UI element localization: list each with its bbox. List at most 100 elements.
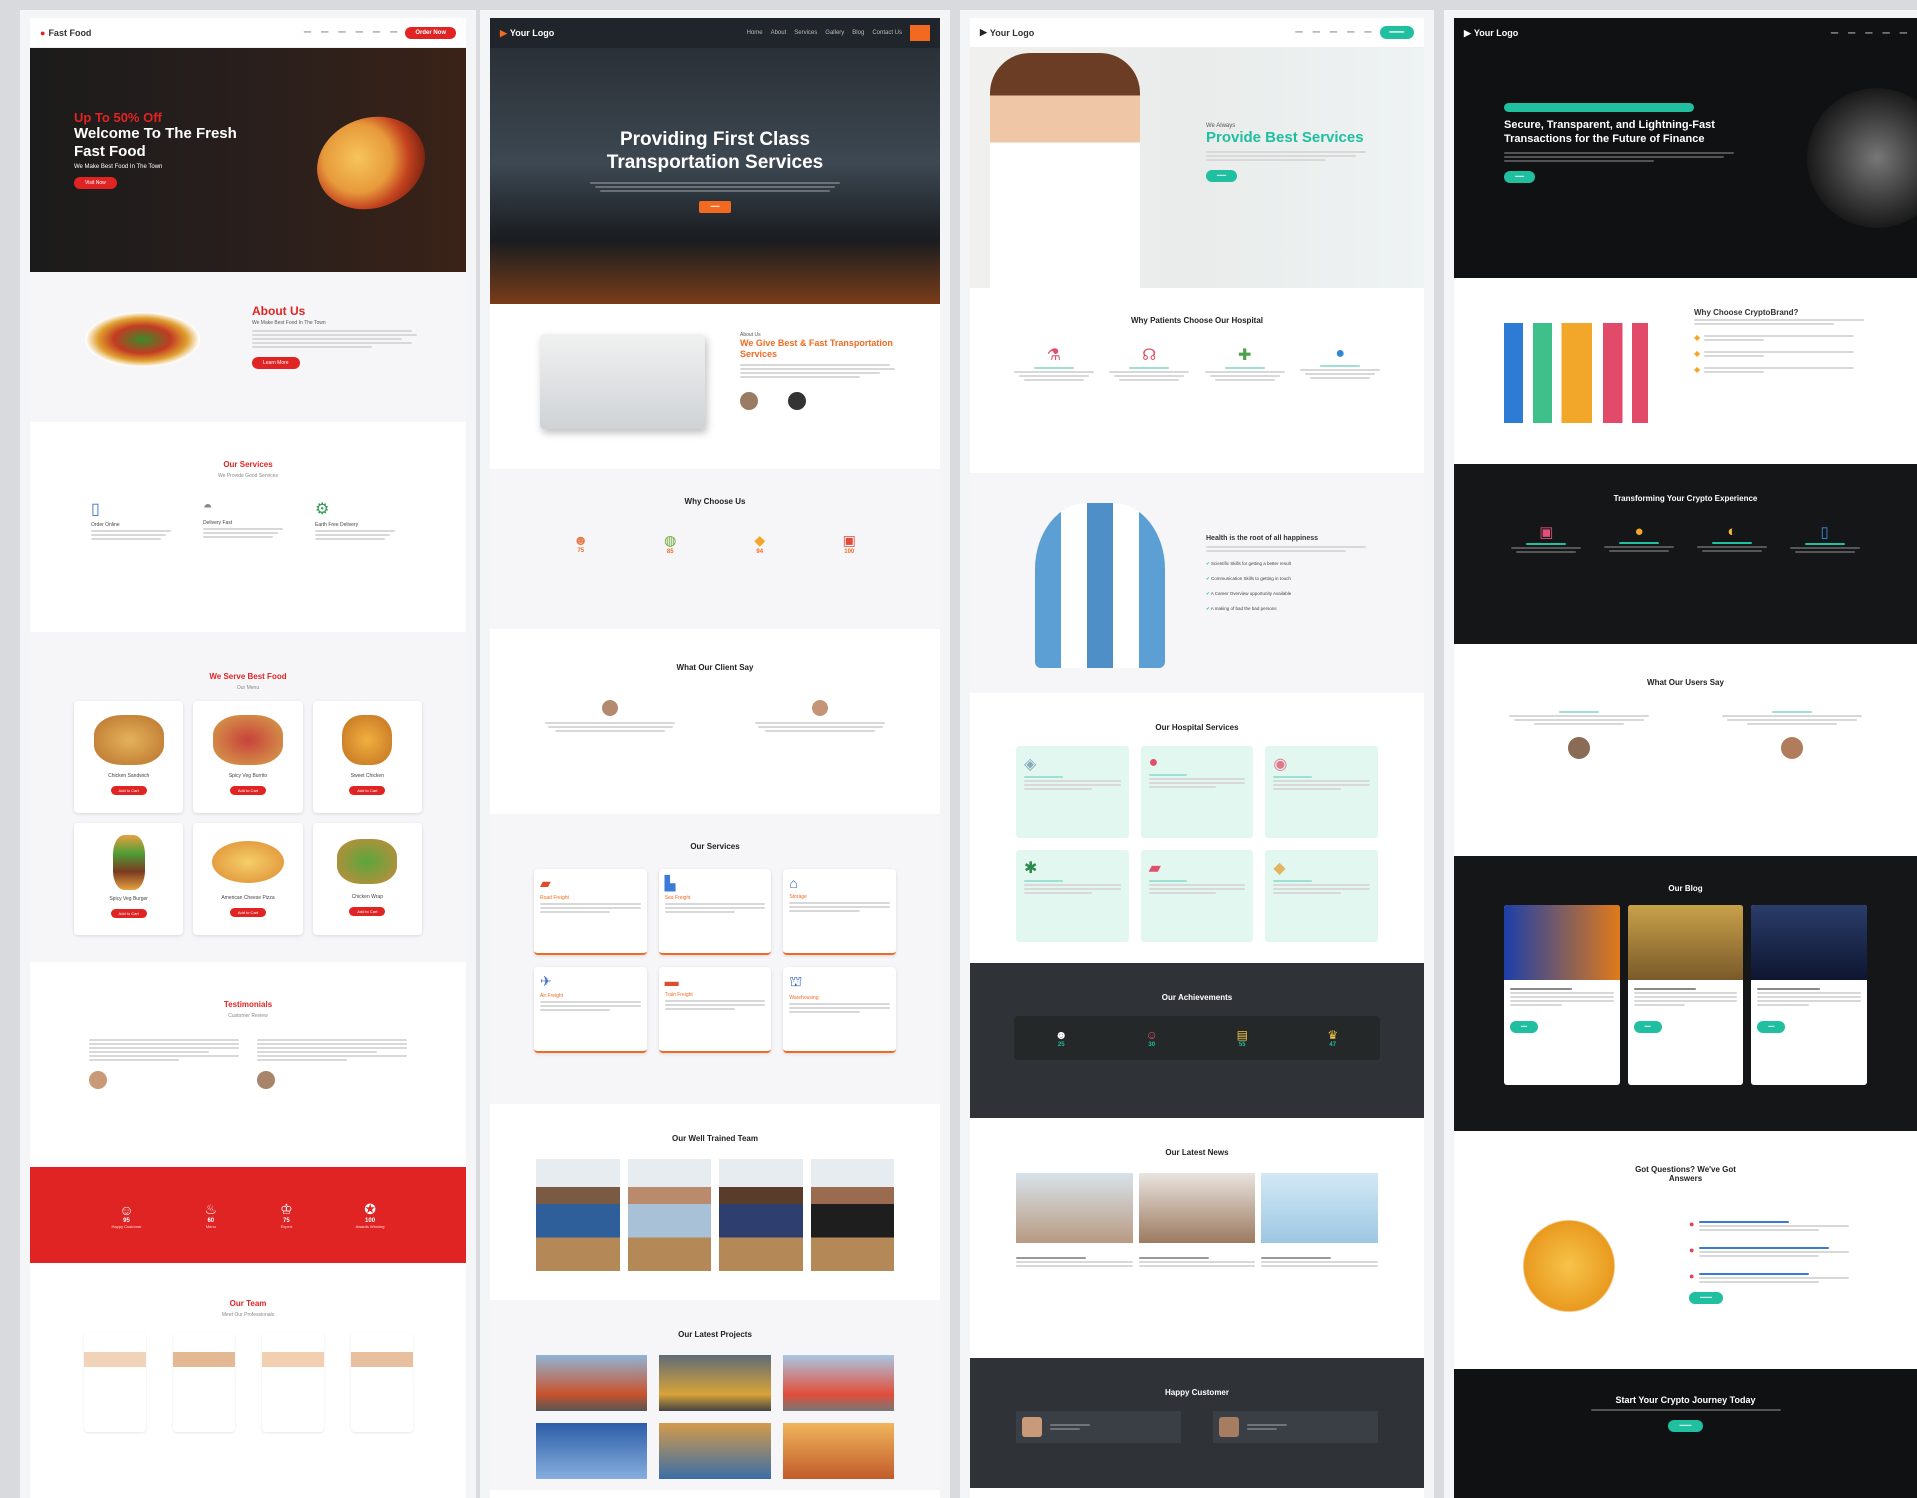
service-card[interactable]: ◈ <box>1016 746 1129 838</box>
news-card[interactable] <box>1016 1173 1133 1269</box>
logo[interactable]: ▶ Your Logo <box>1464 28 1518 39</box>
service-item: ◓ Delivery Fast <box>203 499 293 542</box>
hero: We Always Provide Best Services ━━━ <box>970 48 1424 288</box>
service-card[interactable]: ✱ <box>1016 850 1129 942</box>
logo[interactable]: ▶ Your Logo <box>500 28 554 39</box>
nurse-icon: ☺ <box>1145 1028 1158 1042</box>
menu-card[interactable]: Chicken Sandwich Add to Cart <box>74 701 184 813</box>
faq-item[interactable]: ● <box>1689 1219 1869 1233</box>
service-card[interactable]: ▰ Road Freight <box>534 869 647 955</box>
project-image[interactable] <box>782 1423 894 1479</box>
testimonials-section: Testimonials Customer Review <box>30 962 466 1167</box>
feature-item: ☊ <box>1106 345 1194 383</box>
services-section: Our Services We Provide Good Services ▯ O… <box>30 422 466 632</box>
lock-icon: ◆ <box>1694 333 1701 342</box>
warehouse-icon: ⌂ <box>789 875 798 891</box>
blog-card[interactable]: ━━ <box>1751 905 1867 1085</box>
logo-mark-icon: ▶ <box>500 27 507 38</box>
logo[interactable]: ● Fast Food <box>40 28 91 38</box>
blog-image <box>1751 905 1867 980</box>
scooter-icon: ⚙ <box>315 501 330 518</box>
team-section: Our Team Meet Our Professionals <box>30 1263 466 1498</box>
project-image[interactable] <box>536 1355 648 1411</box>
template-preview-transport[interactable]: ▶ Your Logo Home About Services Gallery Blog C… <box>480 10 950 1498</box>
crypto-chart-illustration <box>1504 323 1664 423</box>
about-title: About Us <box>252 304 306 318</box>
appointment-button[interactable]: ━━━━ <box>1379 26 1414 39</box>
menu-card[interactable]: Chicken Wrap Add to Cart <box>312 823 422 935</box>
chef-hat-icon: ♔ <box>280 1201 293 1217</box>
avatar <box>1781 737 1803 759</box>
service-card[interactable]: ▰ <box>1140 850 1254 942</box>
hero-cta[interactable]: ━━━ <box>699 201 731 213</box>
feature-item: ✚ <box>1201 345 1289 383</box>
service-card[interactable]: ⛫ Warehousing <box>783 967 896 1053</box>
template-preview-hospital[interactable]: ▶ Your Logo ━━ ━━ ━━ ━━ ━━ ━━━━ We Always Pro… <box>960 10 1434 1498</box>
read-more-button[interactable]: ━━ <box>1510 1021 1539 1033</box>
project-image[interactable] <box>659 1355 771 1411</box>
menu-card[interactable]: Sweet Chicken Add to Cart <box>312 701 422 813</box>
stat-item: ▤ 55 <box>1201 1028 1284 1048</box>
project-image[interactable] <box>659 1423 771 1479</box>
about-learn-more-button[interactable]: Learn More <box>252 357 300 369</box>
stat-item: ♛ 47 <box>1292 1028 1375 1048</box>
document-icon: ▤ <box>1236 1028 1248 1042</box>
chef-photo <box>350 1332 413 1432</box>
faq-item[interactable]: ● <box>1689 1271 1869 1285</box>
customer-card <box>1213 1411 1378 1443</box>
news-card[interactable] <box>1138 1173 1256 1269</box>
projects-section: Our Latest Projects <box>490 1300 940 1490</box>
faq-item[interactable]: ● <box>1689 1245 1869 1259</box>
hero-cta[interactable]: ━━━ <box>1206 170 1238 182</box>
ship-icon: ▙ <box>664 875 676 891</box>
template-preview-fast-food[interactable]: ● Fast Food ━━ ━━ ━━ ━━ ━━ ━━ Order Now Up To … <box>20 10 476 1498</box>
burrito-image <box>212 715 283 765</box>
service-card[interactable]: ● <box>1140 746 1254 838</box>
read-more-button[interactable]: ━━ <box>1757 1021 1786 1033</box>
hero: Secure, Transparent, and Lightning-Fast … <box>1454 48 1917 278</box>
news-card[interactable] <box>1261 1173 1378 1269</box>
question-icon: ● <box>1689 1271 1695 1281</box>
hero: Providing First Class Transportation Ser… <box>490 48 940 304</box>
faq-more-button[interactable]: ━━━━ <box>1689 1292 1724 1304</box>
get-quote-button[interactable] <box>910 25 930 41</box>
faq-list: ● ● ● ━━━━ <box>1689 1219 1869 1304</box>
template-preview-crypto[interactable]: ▶ Your Logo ━━ ━━ ━━ ━━ ━━ Secure, Transparen… <box>1444 10 1917 1498</box>
truck-image <box>540 334 705 429</box>
hero-cta[interactable]: Visit Now <box>74 177 117 189</box>
menu-card[interactable]: Spicy Veg Burrito Add to Cart <box>193 701 303 813</box>
blog-card[interactable]: ━━ <box>1627 905 1744 1085</box>
stat-item: ▣ 100 <box>809 532 891 555</box>
blog-card[interactable]: ━━ <box>1504 905 1620 1085</box>
bolt-icon: ◆ <box>1694 365 1701 374</box>
menu-card[interactable]: American Cheese Pizza Add to Cart <box>193 823 303 935</box>
team-member-photo <box>536 1159 620 1271</box>
about-title: We Give Best & Fast Transportation Servi… <box>740 338 893 359</box>
about-section: About Us We Give Best & Fast Transportat… <box>490 304 940 469</box>
service-card[interactable]: ⌂ Storage <box>783 869 896 955</box>
project-image[interactable] <box>782 1355 894 1411</box>
plane-icon: ✈ <box>540 973 552 989</box>
cloche-icon: ◓ <box>203 499 213 516</box>
check-item: ✔ A making of bad the bad persons <box>1206 606 1277 611</box>
fee-icon: ◐ <box>1727 523 1737 540</box>
doctor-icon: ☻ <box>1054 1028 1068 1042</box>
service-card[interactable]: ◉ <box>1265 746 1378 838</box>
avatar <box>602 700 618 716</box>
stat-item: ☻ 25 <box>1020 1028 1103 1048</box>
train-icon: ▬ <box>664 973 679 989</box>
hero-cta[interactable]: ━━━ <box>1504 171 1536 183</box>
cta-button[interactable]: ━━━━ <box>1668 1420 1703 1432</box>
service-card[interactable]: ▬ Train Freight <box>658 967 772 1053</box>
team-member-photo <box>719 1159 803 1271</box>
service-card[interactable]: ◆ <box>1265 850 1378 942</box>
testimonial-card <box>1504 709 1654 759</box>
order-now-button[interactable]: Order Now <box>405 26 456 39</box>
service-card[interactable]: ✈ Air Freight <box>534 967 647 1053</box>
service-card[interactable]: ▙ Sea Freight <box>658 869 772 955</box>
menu-card[interactable]: Spicy Veg Burger Add to Cart <box>74 823 184 935</box>
logo[interactable]: ▶ Your Logo <box>980 27 1034 38</box>
read-more-button[interactable]: ━━ <box>1633 1021 1662 1033</box>
project-image[interactable] <box>536 1423 648 1479</box>
health-about-section: Health is the root of all happiness ✔ Sc… <box>970 473 1424 693</box>
